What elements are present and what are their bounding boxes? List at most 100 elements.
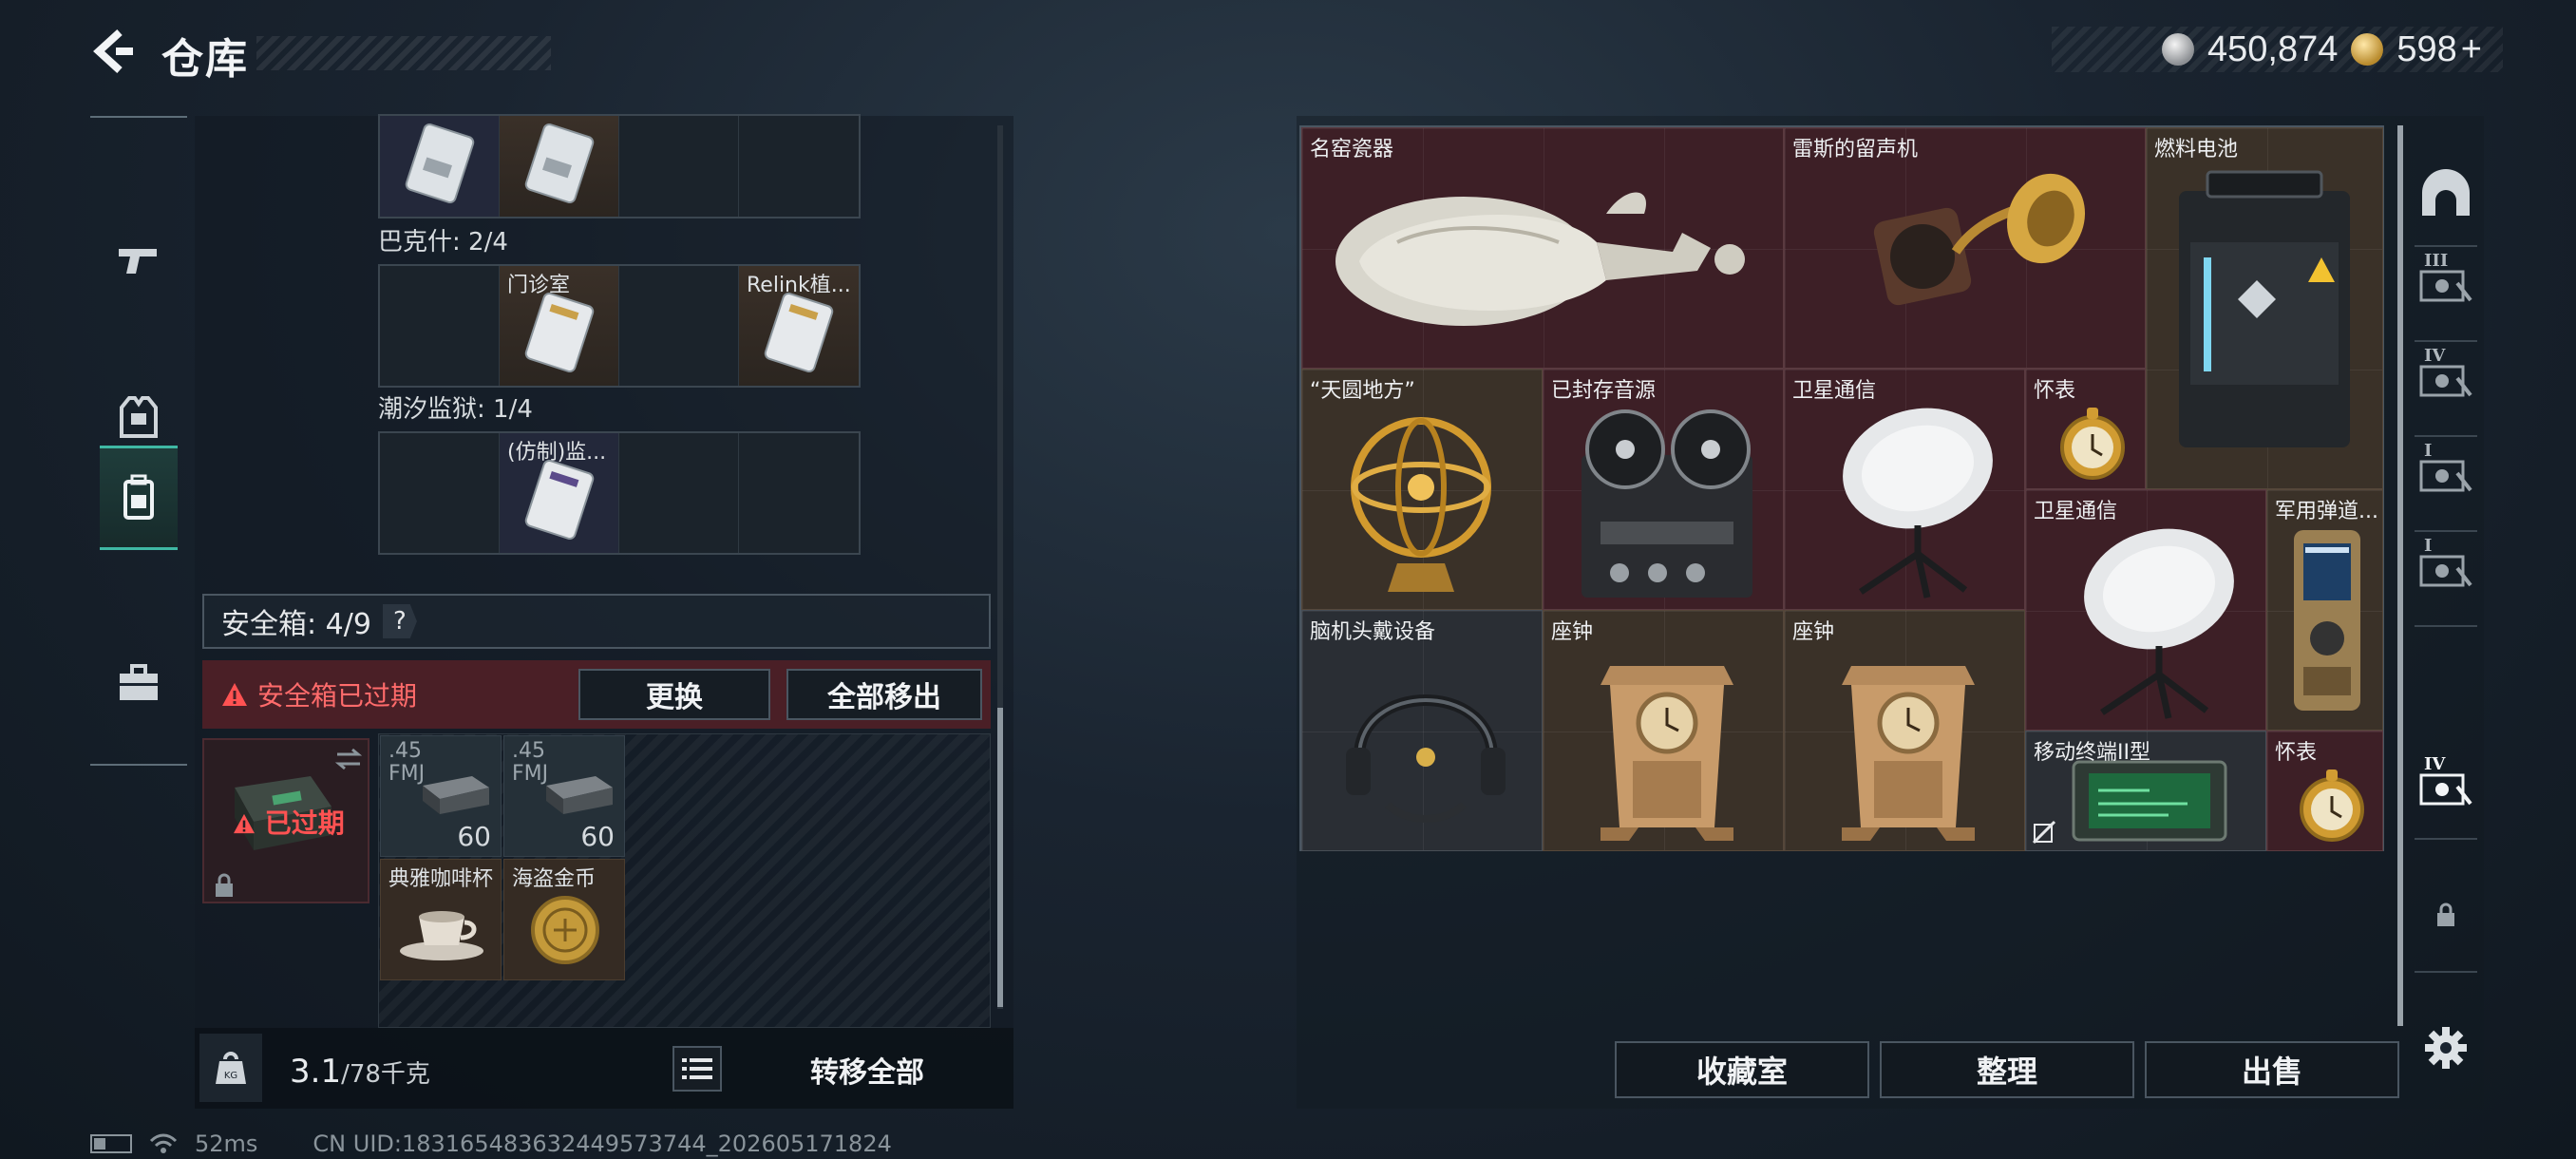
weight-max: /78千克 (341, 1060, 430, 1089)
ammo-item[interactable]: .45 FMJ 60 (380, 735, 502, 857)
pocket-watch-icon (2060, 408, 2125, 480)
empty-slot[interactable] (739, 116, 859, 217)
tier-label: I (2424, 536, 2433, 556)
keycard-slot[interactable]: Relink植... (739, 266, 859, 386)
stash-item-porcelain[interactable]: 名窑瓷器 (1301, 127, 1784, 369)
headset-icon (1346, 694, 1506, 823)
stash-item-pocket-watch[interactable]: 怀表 (2025, 369, 2146, 489)
stash-item-ballistic-computer[interactable]: 军用弹道... (2266, 489, 2383, 731)
keycard-icon (764, 293, 834, 372)
sell-button[interactable]: 出售 (2145, 1041, 2399, 1098)
empty-slot[interactable] (619, 266, 739, 386)
keycard-slot[interactable] (380, 116, 500, 217)
stash-item-mantel-clock[interactable]: 座钟 (1543, 610, 1784, 851)
vest-icon (120, 396, 158, 438)
keycard-slot[interactable]: (仿制)监... (500, 433, 619, 553)
stash-tab-locked[interactable] (2416, 885, 2475, 944)
stash-item-satellite[interactable]: 卫星通信 (1784, 369, 2025, 610)
inventory-scroll-thumb[interactable] (997, 708, 1003, 1007)
stash-item-mobile-terminal[interactable]: 移动终端II型 (2025, 731, 2266, 851)
weight-readout: 3.1/78千克 (290, 1053, 430, 1091)
empty-slot[interactable] (619, 433, 739, 553)
stash-scroll-thumb[interactable] (2397, 125, 2403, 1026)
collection-room-button[interactable]: 收藏室 (1615, 1041, 1869, 1098)
gold-coin-icon (531, 896, 599, 964)
item-label: 座钟 (1551, 620, 1594, 644)
stash-item-reel-recorder[interactable]: 已封存音源 (1543, 369, 1784, 610)
stash-item-armillary[interactable]: “天圆地方” (1301, 369, 1543, 610)
swap-icon[interactable] (333, 748, 364, 770)
keycard-slot[interactable] (500, 116, 619, 217)
item-label: 座钟 (1792, 620, 1835, 644)
pirate-coin-item[interactable]: 海盗金币 (503, 859, 625, 980)
settings-button[interactable] (2416, 1018, 2475, 1077)
item-label: 怀表 (2275, 741, 2318, 765)
stash-tab-5-active[interactable]: IV (2416, 752, 2475, 811)
keycard-icon (524, 124, 595, 203)
item-label: 怀表 (2034, 379, 2076, 403)
stash-tab-rail: III IV I I IV (2407, 116, 2485, 1069)
rail-weapons-button[interactable] (100, 208, 178, 313)
replace-button[interactable]: 更换 (578, 669, 770, 720)
category-rail (90, 116, 187, 766)
ammo-count: 60 (580, 821, 615, 852)
empty-slot[interactable] (739, 433, 859, 553)
mantel-clock-icon (1601, 666, 1733, 841)
coffee-cup-icon (400, 911, 483, 960)
settings-gear-icon (2425, 1027, 2467, 1069)
keycard-slot[interactable]: 门诊室 (500, 266, 619, 386)
gold-coin-icon (2351, 33, 2384, 66)
sort-button[interactable]: 整理 (1880, 1041, 2134, 1098)
stash-item-satellite[interactable]: 卫星通信 (2025, 489, 2266, 731)
stash-tab-main[interactable] (2416, 163, 2475, 222)
ammo-box-icon (423, 776, 489, 814)
briefcase-icon (120, 664, 158, 700)
bakesh-keycard-count: 巴克什: 2/4 (378, 228, 508, 256)
battery-icon (90, 1134, 132, 1153)
add-gold-button[interactable]: + (2461, 29, 2482, 70)
bakesh-keycard-grid: 门诊室 Relink植... (378, 264, 861, 388)
ammo-box-icon (546, 776, 613, 814)
helmet-icon (2422, 169, 2470, 216)
stash-item-mantel-clock[interactable]: 座钟 (1784, 610, 2025, 851)
expired-tag: 已过期 (233, 803, 345, 841)
stash-item-headset[interactable]: 脑机头戴设备 (1301, 610, 1543, 851)
stash-tab-1[interactable]: III (2416, 249, 2475, 308)
safebox-case[interactable]: 已过期 (202, 738, 369, 903)
backpack-icon (123, 474, 154, 520)
stash-item-gramophone[interactable]: 雷斯的留声机 (1784, 127, 2146, 369)
ping-readout: 52ms (195, 1130, 258, 1157)
tidal-prison-keycard-grid: (仿制)监... (378, 431, 861, 555)
stash-tab-2[interactable]: IV (2416, 344, 2475, 403)
item-label: “天圆地方” (1310, 379, 1415, 403)
currency-bar: 450,874 598 + (2052, 27, 2503, 72)
stash-item-fuel-cell[interactable]: 燃料电池 (2146, 127, 2383, 489)
lock-icon (2437, 902, 2454, 926)
item-label: 典雅咖啡杯 (388, 867, 494, 891)
page-title: 仓库 (161, 35, 249, 84)
stash-tier-icon (2419, 773, 2472, 806)
expired-tag-text: 已过期 (264, 808, 345, 839)
back-button[interactable] (87, 27, 137, 76)
keycard-grid-top (378, 114, 861, 218)
status-bar: 52ms CN UID:18316548363244957374​4_20260… (90, 1130, 892, 1157)
wifi-icon (149, 1133, 178, 1153)
stash-item-pocket-watch[interactable]: 怀表 (2266, 731, 2383, 851)
help-button[interactable]: ? (382, 604, 417, 638)
move-all-out-button[interactable]: 全部移出 (786, 669, 982, 720)
item-label: 雷斯的留声机 (1792, 138, 1919, 162)
empty-slot[interactable] (380, 433, 500, 553)
stash-tab-3[interactable]: I (2416, 439, 2475, 498)
empty-slot[interactable] (619, 116, 739, 217)
coffee-cup-item[interactable]: 典雅咖啡杯 (380, 859, 502, 980)
ammo-item[interactable]: .45 FMJ 60 (503, 735, 625, 857)
transfer-all-button[interactable]: 转移全部 (729, 1042, 1005, 1097)
empty-slot[interactable] (380, 266, 500, 386)
keycard-icon (524, 460, 595, 540)
item-label: 卫星通信 (2034, 500, 2118, 523)
warning-icon (234, 813, 255, 834)
stash-tab-4[interactable]: I (2416, 534, 2475, 593)
list-view-button[interactable] (672, 1046, 722, 1092)
rail-backpack-button[interactable] (100, 446, 178, 550)
rail-case-button[interactable] (100, 631, 178, 735)
